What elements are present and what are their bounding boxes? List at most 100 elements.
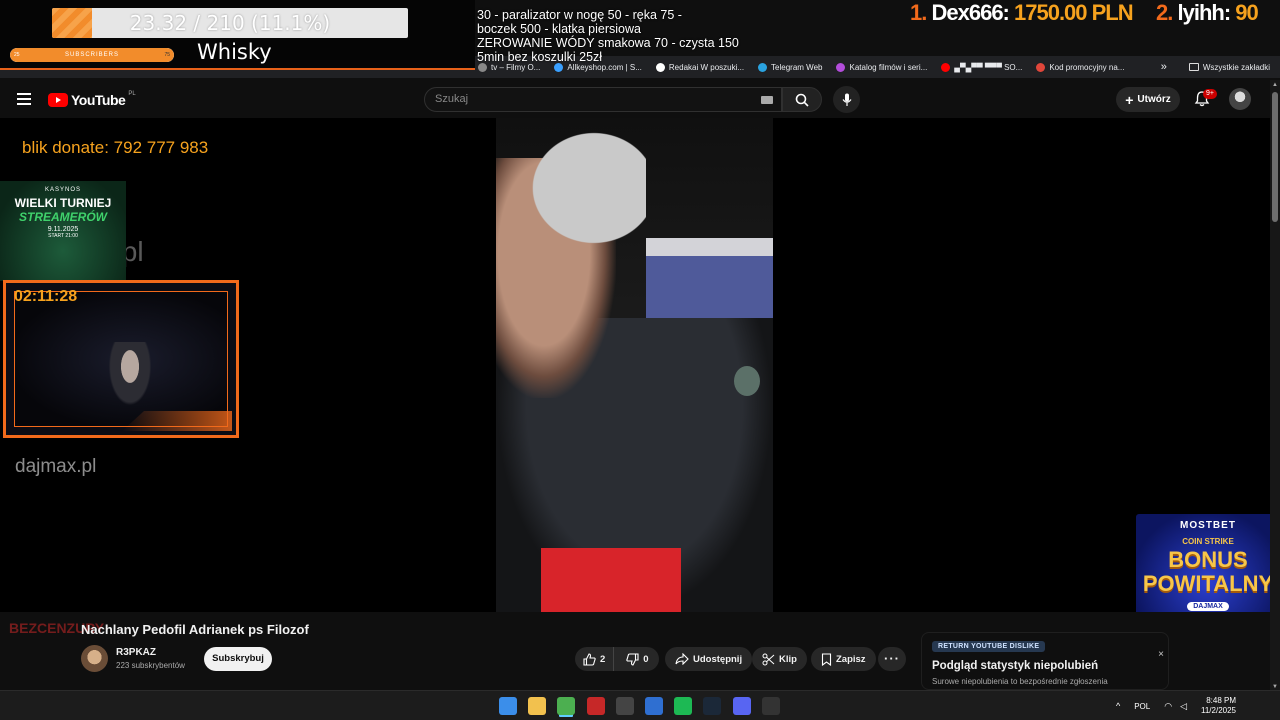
obs-icon[interactable] [615,697,634,715]
price-line: 30 - paralizator w nogę 50 - ręka 75 - [477,8,682,22]
account-avatar[interactable] [1229,88,1251,110]
streamer-figure [105,342,155,412]
clock-time: 8:48 PM [1206,696,1236,705]
share-button[interactable]: Udostępnij [665,647,753,671]
volume-icon[interactable]: ◁ [1180,701,1187,712]
top-donor-1-name: Dex666: [931,0,1009,25]
ryd-close-icon[interactable]: × [1158,649,1164,660]
ryd-title: Podgląd statystyk niepolubień [932,660,1099,672]
price-line: 5min bez koszulki 25zł [477,50,603,64]
promo-line-1: WIELKI TURNIEJ [14,196,112,210]
like-button[interactable]: 2 [575,647,615,671]
thumbs-up-icon [583,652,596,666]
promo-date: 9.11.2025 [47,226,79,233]
price-line: boczek 500 - klatka piersiowa [477,22,641,36]
discord-icon[interactable] [732,697,751,715]
youtube-play-icon [48,93,68,107]
subscriber-goal-bar: 25 SUBSCRIBERS 75 [10,48,174,62]
windows-taskbar: ^ POL ◠ ◁ 8:48 PM 11/2/2025 [0,690,1280,720]
windows-start-icon[interactable] [499,697,517,715]
like-dislike-group: 2 0 [575,647,659,671]
share-icon [675,653,689,665]
screen: tv – Filmy O... Allkeyshop.com | S... Reda… [0,0,1280,720]
dislike-button[interactable]: 0 [618,647,656,671]
like-count: 2 [600,653,606,665]
scissors-icon [762,653,775,665]
clip-label: Klip [779,653,797,665]
blik-donate-text: blik donate: 792 777 983 [22,138,209,157]
save-button[interactable]: Zapisz [811,647,876,671]
top-donor-2-rank: 2. [1156,0,1173,25]
app-c-icon[interactable] [645,697,663,715]
top-donor-2-amount: 90 [1235,0,1259,25]
ryd-tag: RETURN YOUTUBE DISLIKE [932,641,1046,652]
save-label: Zapisz [836,653,866,665]
language-indicator[interactable]: POL [1134,702,1150,711]
create-label: Utwórz [1137,94,1171,105]
clip-button[interactable]: Klip [752,647,807,671]
spotify-icon[interactable] [674,697,693,715]
drink-label: Whisky [197,40,272,64]
share-label: Udostępnij [693,653,743,665]
video-title: Nachlany Pedofil Adrianek ps Filozof [81,622,309,637]
watermark-dajmax: dajmax.pl [15,456,97,477]
chrome-icon[interactable] [557,697,576,715]
subscriber-goal-label: SUBSCRIBERS [64,52,119,58]
top-donor-1-amount: 1750.00 PLN [1014,0,1134,25]
ryd-description: Surowe niepolubienia to bezpośrednie zgł… [932,677,1108,686]
country-code: PL [128,91,136,97]
thumbs-down-icon [626,652,639,666]
page-scrollbar[interactable]: ▲ ▼ [1270,80,1280,690]
steam-icon[interactable] [703,697,722,715]
search-input[interactable]: Szukaj [424,87,782,112]
youtube-logo[interactable]: YouTube PL [48,91,136,108]
ad-tag: DAJMAX [1187,602,1229,611]
youtube-header: YouTube PL Szukaj + Utwórz 9+ [0,80,1270,118]
voice-search-button[interactable] [833,86,860,113]
ad-bonus-1: BONUS [1168,547,1248,572]
clock-date: 11/2/2025 [1201,706,1236,715]
ad-coin-strike: COIN STRIKE [1182,537,1234,546]
price-line: ZEROWANIE WÓDY smakowa 70 - czysta 150 [477,36,739,50]
more-actions-button[interactable]: ··· [878,647,906,671]
return-youtube-dislike-panel: RETURN YOUTUBE DISLIKE Podgląd statystyk… [921,632,1169,690]
notification-badge: 9+ [1203,89,1217,99]
channel-name[interactable]: R3PKAZ [116,647,156,658]
keyboard-icon[interactable] [761,96,773,104]
video-person-hat [516,118,646,258]
top-donor-1-rank: 1. [910,0,927,25]
search-button[interactable] [782,87,822,112]
tray-expand-icon[interactable]: ^ [1116,701,1120,711]
voicemeeter-icon[interactable] [586,697,605,715]
video-frame[interactable] [496,118,773,612]
stream-overlay-top: 23.32 / 210 (11.1%) 25 SUBSCRIBERS 75 Wh… [0,0,1280,72]
app-arrow-icon[interactable] [761,697,780,715]
video-badge-emblem [734,366,760,396]
more-dots-icon: ··· [884,651,900,666]
search-icon [795,93,809,107]
webcam-feed [14,291,228,427]
top-donor-2-name: lyihh: [1177,0,1231,25]
clock[interactable]: 8:48 PM 11/2/2025 [1201,696,1236,716]
menu-icon[interactable] [17,93,31,105]
scroll-thumb[interactable] [1272,92,1278,222]
ad-bonus-2: POWITALNY [1142,571,1274,596]
wifi-icon[interactable]: ◠ [1164,701,1172,712]
tournament-promo: KASYNOS WIELKI TURNIEJ STREAMERÓW 9.11.2… [0,181,126,281]
ad-brand: MOSTBET [1180,520,1236,531]
subscribe-button[interactable]: Subskrybuj [204,647,272,671]
promo-line-2: STREAMERÓW [19,210,107,224]
plus-icon: + [1125,91,1134,108]
search-placeholder: Szukaj [435,93,469,105]
channel-avatar[interactable] [81,645,108,672]
stream-timer: 02:11:28 [14,288,78,305]
scroll-up-icon[interactable]: ▲ [1272,82,1278,88]
donation-price-list: 30 - paralizator w nogę 50 - ręka 75 - b… [477,8,739,64]
top-donor-1: 1. Dex666: 1750.00 PLN [910,0,1134,26]
promo-brand: KASYNOS [44,187,81,193]
dislike-count: 0 [643,653,649,665]
file-explorer-icon[interactable] [528,697,547,715]
top-donor-2: 2. lyihh: 90 [1156,0,1259,26]
donation-goal-text: 23.32 / 210 (11.1%) [129,11,331,35]
create-button[interactable]: + Utwórz [1116,87,1180,112]
